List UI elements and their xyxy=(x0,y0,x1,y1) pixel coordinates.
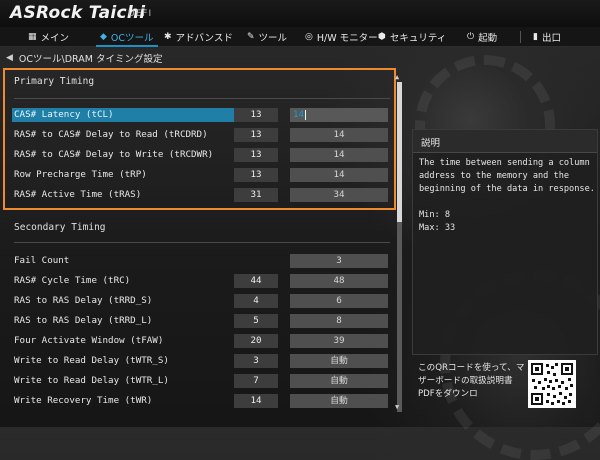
scrollbar-thumb[interactable] xyxy=(397,82,402,222)
tab-boot[interactable]: ⏻ 起動 xyxy=(467,27,497,46)
header-bar: ASRock Taichi UEFI xyxy=(0,0,600,27)
breadcrumb: ◀ OCツール\DRAM タイミング設定 xyxy=(6,50,162,66)
current-value: 4 xyxy=(234,294,278,308)
section-title-secondary: Secondary Timing xyxy=(14,222,106,233)
section-divider xyxy=(14,242,390,243)
tab-label: 出口 xyxy=(541,32,561,44)
power-icon: ⏻ xyxy=(467,31,475,42)
timing-row-twtr-l[interactable]: Write to Read Delay (tWTR_L) 7 自動 xyxy=(12,374,392,388)
qr-caption: このQRコードを使って、マザーボードの取扱説明書PDFをダウンロ xyxy=(418,363,525,399)
scroll-up-arrow-icon[interactable]: ▲ xyxy=(395,73,399,81)
tab-label: メイン xyxy=(40,32,70,44)
breadcrumb-path: OCツール\DRAM タイミング設定 xyxy=(18,54,163,65)
tab-tool[interactable]: ✎ ツール xyxy=(247,27,287,46)
setting-value[interactable]: 自動 xyxy=(290,354,388,368)
timing-label: Four Activate Window (tFAW) xyxy=(14,335,164,346)
description-panel: 説明 The time between sending a column add… xyxy=(412,129,598,355)
main-icon: ▦ xyxy=(28,31,37,42)
timing-label: RAS to RAS Delay (tRRD_L) xyxy=(14,315,153,326)
setting-value[interactable]: 8 xyxy=(290,314,388,328)
setting-value[interactable]: 自動 xyxy=(290,374,388,388)
tab-oc-tweaker[interactable]: ◆ OCツール xyxy=(96,27,158,47)
description-text: The time between sending a column addres… xyxy=(419,158,595,194)
timing-row-trrd-l[interactable]: RAS to RAS Delay (tRRD_L) 5 8 xyxy=(12,314,392,328)
description-header: 説明 xyxy=(413,130,597,153)
tab-label: アドバンスド xyxy=(175,32,233,44)
current-value: 3 xyxy=(234,354,278,368)
setting-value[interactable]: 3 xyxy=(290,254,388,268)
current-value: 14 xyxy=(234,394,278,408)
current-value: 7 xyxy=(234,374,278,388)
primary-timing-highlight xyxy=(3,68,396,210)
tab-advanced[interactable]: ✱ アドバンスド xyxy=(164,27,233,46)
setting-value[interactable]: 自動 xyxy=(290,394,388,408)
setting-value[interactable]: 39 xyxy=(290,334,388,348)
timing-row-twr[interactable]: Write Recovery Time (tWR) 14 自動 xyxy=(12,394,392,408)
current-value: 5 xyxy=(234,314,278,328)
current-value: 20 xyxy=(234,334,278,348)
tab-hw-monitor[interactable]: ◎ H/W モニター xyxy=(305,27,378,46)
timing-label: Write to Read Delay (tWTR_L) xyxy=(14,375,169,386)
shield-icon: ⬢ xyxy=(378,31,386,42)
timing-row-trrd-s[interactable]: RAS to RAS Delay (tRRD_S) 4 6 xyxy=(12,294,392,308)
uefi-label: UEFI xyxy=(128,9,153,19)
back-arrow-icon[interactable]: ◀ xyxy=(6,53,13,63)
description-title: 説明 xyxy=(421,138,441,149)
scroll-down-arrow-icon[interactable]: ▼ xyxy=(395,403,399,411)
timing-row-trc[interactable]: RAS# Cycle Time (tRC) 44 48 xyxy=(12,274,392,288)
timing-row-twtr-s[interactable]: Write to Read Delay (tWTR_S) 3 自動 xyxy=(12,354,392,368)
tab-label: 起動 xyxy=(478,32,498,44)
tab-security[interactable]: ⬢ セキュリティ xyxy=(378,27,446,46)
monitor-icon: ◎ xyxy=(305,31,313,42)
tab-label: ツール xyxy=(258,32,288,44)
timing-label: RAS# Cycle Time (tRC) xyxy=(14,275,131,286)
tool-icon: ✎ xyxy=(247,31,255,42)
setting-value[interactable]: 6 xyxy=(290,294,388,308)
timing-label: Write to Read Delay (tWTR_S) xyxy=(14,355,169,366)
qr-code-icon xyxy=(528,360,576,408)
timing-row-tfaw[interactable]: Four Activate Window (tFAW) 20 39 xyxy=(12,334,392,348)
tab-label: OCツール xyxy=(110,32,154,44)
main-nav: ▦ メイン ◆ OCツール ✱ アドバンスド ✎ ツール ◎ H/W モニター … xyxy=(0,27,600,47)
exit-icon: ▮ xyxy=(533,31,538,42)
oc-tool-icon: ◆ xyxy=(100,31,107,42)
setting-value[interactable]: 48 xyxy=(290,274,388,288)
tab-label: H/W モニター xyxy=(316,32,378,44)
timing-label: Fail Count xyxy=(14,255,70,266)
tab-label: セキュリティ xyxy=(389,32,447,44)
current-value: 44 xyxy=(234,274,278,288)
tab-exit[interactable]: ▮ 出口 xyxy=(533,27,561,46)
advanced-icon: ✱ xyxy=(164,31,172,42)
timing-label: RAS to RAS Delay (tRRD_S) xyxy=(14,295,153,306)
timing-row-fail-count[interactable]: Fail Count 3 xyxy=(12,254,392,268)
tab-main[interactable]: ▦ メイン xyxy=(28,27,69,46)
brand-logo: ASRock Taichi xyxy=(10,3,146,23)
nav-divider xyxy=(520,31,521,43)
description-min: Min: 8 xyxy=(419,210,451,220)
timing-label: Write Recovery Time (tWR) xyxy=(14,395,153,406)
description-max: Max: 33 xyxy=(419,223,456,233)
